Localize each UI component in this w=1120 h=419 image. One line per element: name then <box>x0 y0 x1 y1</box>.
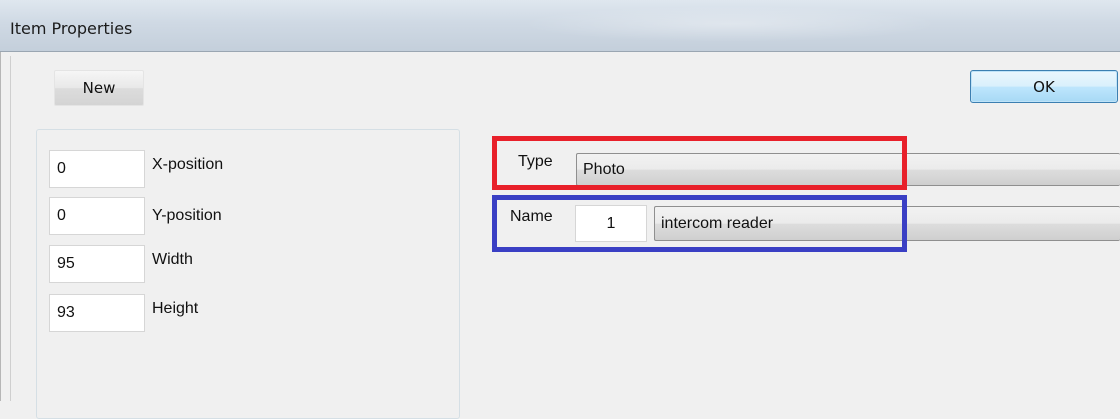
window-title: Item Properties <box>10 19 133 38</box>
type-label: Type <box>518 153 553 170</box>
type-dropdown[interactable]: Photo <box>576 153 1120 186</box>
y-position-field[interactable]: 0 <box>49 197 145 235</box>
height-label: Height <box>152 300 199 317</box>
frame-divider <box>10 56 11 401</box>
width-label: Width <box>152 251 193 268</box>
x-position-field[interactable]: 0 <box>49 150 145 188</box>
x-position-label: X-position <box>152 156 224 173</box>
name-dropdown[interactable]: intercom reader <box>654 206 1120 241</box>
ok-button[interactable]: OK <box>970 70 1118 103</box>
height-field[interactable]: 93 <box>49 294 145 332</box>
title-bar[interactable]: Item Properties <box>0 0 1120 52</box>
new-button[interactable]: New <box>54 70 144 106</box>
item-properties-dialog: Item Properties New OK 0 X-position 0 Y-… <box>0 0 1120 419</box>
name-index-field[interactable]: 1 <box>575 205 647 242</box>
y-position-label: Y-position <box>152 207 222 224</box>
width-field[interactable]: 95 <box>49 245 145 283</box>
name-label: Name <box>510 208 553 225</box>
